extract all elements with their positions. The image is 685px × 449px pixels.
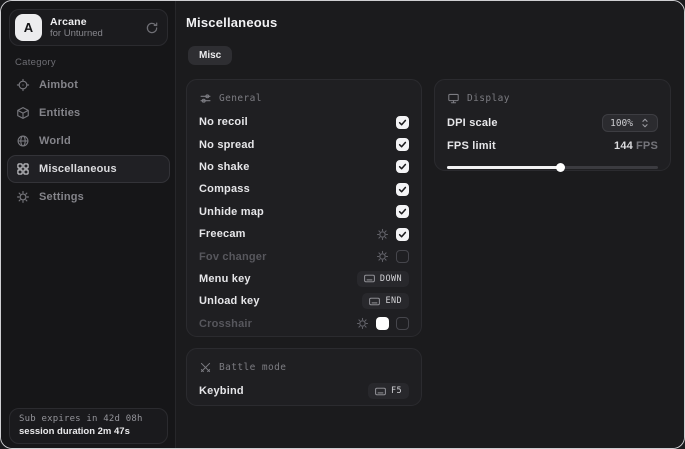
setting-label: Freecam — [199, 228, 246, 240]
setting-row-compass: Compass — [199, 178, 409, 200]
display-card: Display DPI scale 100% FPS limit 144FPS — [434, 79, 671, 171]
display-card-title: Display — [467, 93, 510, 104]
battle-mode-card-title: Battle mode — [219, 362, 286, 373]
category-label: Category — [15, 57, 56, 68]
sidebar: A Arcane for Unturned Category — [1, 1, 176, 448]
setting-label: Fov changer — [199, 251, 267, 263]
setting-label: Menu key — [199, 273, 251, 285]
globe-icon — [16, 134, 30, 148]
setting-label: No shake — [199, 161, 250, 173]
general-card: General No recoil No spread — [186, 79, 422, 337]
session-duration-text: session duration 2m 47s — [19, 426, 158, 439]
keybind-value: F5 — [391, 386, 402, 396]
battle-keybind-button[interactable]: F5 — [368, 383, 409, 399]
fov-changer-settings-gear-icon[interactable] — [376, 250, 389, 263]
monitor-icon — [447, 92, 460, 105]
setting-label: No recoil — [199, 116, 248, 128]
keyboard-icon — [369, 297, 380, 306]
sidebar-item-label: World — [39, 135, 71, 147]
setting-label: No spread — [199, 139, 255, 151]
app-logo: A — [15, 14, 42, 41]
sidebar-item-aimbot[interactable]: Aimbot — [7, 71, 170, 99]
app-subtitle: for Unturned — [50, 29, 145, 40]
sidebar-nav: Aimbot Entities — [7, 71, 170, 211]
cube-icon — [16, 106, 30, 120]
setting-label: FPS limit — [447, 140, 496, 152]
unhide-map-checkbox[interactable] — [396, 205, 409, 218]
setting-label: DPI scale — [447, 117, 498, 129]
dpi-scale-value: 100% — [610, 118, 633, 129]
keyboard-icon — [364, 274, 375, 283]
page-title: Miscellaneous — [186, 15, 277, 30]
setting-row-no-recoil: No recoil — [199, 111, 409, 133]
sidebar-item-label: Miscellaneous — [39, 163, 117, 175]
battle-mode-card: Battle mode Keybind F5 — [186, 348, 422, 406]
dpi-scale-select[interactable]: 100% — [602, 114, 658, 132]
chevron-up-down-icon — [640, 117, 650, 129]
sub-expiry-text: Sub expires in 42d 08h — [19, 413, 158, 425]
slider-thumb[interactable] — [556, 163, 565, 172]
setting-row-dpi-scale: DPI scale 100% — [447, 111, 658, 135]
app-title: Arcane — [50, 16, 145, 28]
main-content: Miscellaneous Misc General No recoil — [176, 1, 684, 448]
no-shake-checkbox[interactable] — [396, 160, 409, 173]
setting-row-no-spread: No spread — [199, 133, 409, 155]
unload-keybind-button[interactable]: END — [362, 293, 409, 309]
setting-row-unhide-map: Unhide map — [199, 201, 409, 223]
keybind-value: DOWN — [380, 274, 402, 284]
no-recoil-checkbox[interactable] — [396, 116, 409, 129]
tab-misc[interactable]: Misc — [188, 46, 232, 65]
setting-row-fov-changer: Fov changer — [199, 245, 409, 267]
sidebar-item-world[interactable]: World — [7, 127, 170, 155]
no-spread-checkbox[interactable] — [396, 138, 409, 151]
subscription-info-card: Sub expires in 42d 08h session duration … — [9, 408, 168, 444]
setting-label: Crosshair — [199, 318, 252, 330]
sliders-icon — [199, 92, 212, 105]
setting-label: Compass — [199, 183, 250, 195]
setting-row-fps-limit: FPS limit 144FPS — [447, 135, 658, 157]
fov-changer-checkbox[interactable] — [396, 250, 409, 263]
setting-row-crosshair: Crosshair — [199, 313, 409, 335]
freecam-checkbox[interactable] — [396, 228, 409, 241]
grid-icon — [16, 162, 30, 176]
freecam-settings-gear-icon[interactable] — [376, 228, 389, 241]
setting-label: Keybind — [199, 385, 244, 397]
sidebar-item-label: Aimbot — [39, 79, 78, 91]
sidebar-header-card: A Arcane for Unturned — [9, 9, 168, 46]
compass-checkbox[interactable] — [396, 183, 409, 196]
swords-icon — [199, 361, 212, 374]
sidebar-item-settings[interactable]: Settings — [7, 183, 170, 211]
setting-row-freecam: Freecam — [199, 223, 409, 245]
setting-row-menu-key: Menu key DOWN — [199, 268, 409, 290]
sidebar-item-label: Entities — [39, 107, 80, 119]
crosshair-icon — [16, 78, 30, 92]
fps-limit-slider[interactable] — [447, 162, 658, 172]
slider-fill — [447, 166, 561, 169]
setting-row-no-shake: No shake — [199, 156, 409, 178]
menu-keybind-button[interactable]: DOWN — [357, 271, 409, 287]
gear-icon — [16, 190, 30, 204]
keyboard-icon — [375, 387, 386, 396]
sidebar-item-miscellaneous[interactable]: Miscellaneous — [7, 155, 170, 183]
sidebar-item-entities[interactable]: Entities — [7, 99, 170, 127]
setting-label: Unload key — [199, 295, 260, 307]
crosshair-settings-gear-icon[interactable] — [356, 317, 369, 330]
setting-row-keybind: Keybind F5 — [199, 380, 409, 402]
keybind-value: END — [385, 296, 402, 306]
refresh-icon[interactable] — [145, 21, 159, 35]
general-card-title: General — [219, 93, 262, 104]
crosshair-color-swatch[interactable] — [376, 317, 389, 330]
crosshair-checkbox[interactable] — [396, 317, 409, 330]
fps-limit-value: 144FPS — [614, 140, 658, 152]
setting-label: Unhide map — [199, 206, 264, 218]
setting-row-unload-key: Unload key END — [199, 290, 409, 312]
sidebar-item-label: Settings — [39, 191, 84, 203]
app-window: A Arcane for Unturned Category — [0, 0, 685, 449]
